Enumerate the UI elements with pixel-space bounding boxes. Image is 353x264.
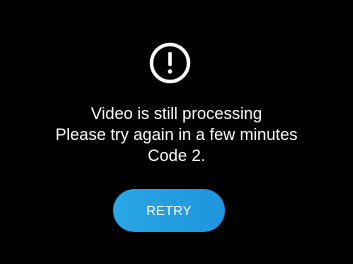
error-message-line-2: Please try again in a few minutes xyxy=(55,126,298,144)
exclamation-circle-icon xyxy=(148,41,192,85)
error-message: Video is still processing Please try aga… xyxy=(0,104,353,167)
error-message-line-1: Video is still processing xyxy=(90,105,263,123)
error-code: Code 2. xyxy=(147,147,206,165)
retry-button-label: RETRY xyxy=(146,203,192,218)
error-screen: Video is still processing Please try aga… xyxy=(0,0,353,264)
retry-button[interactable]: RETRY xyxy=(113,189,225,232)
